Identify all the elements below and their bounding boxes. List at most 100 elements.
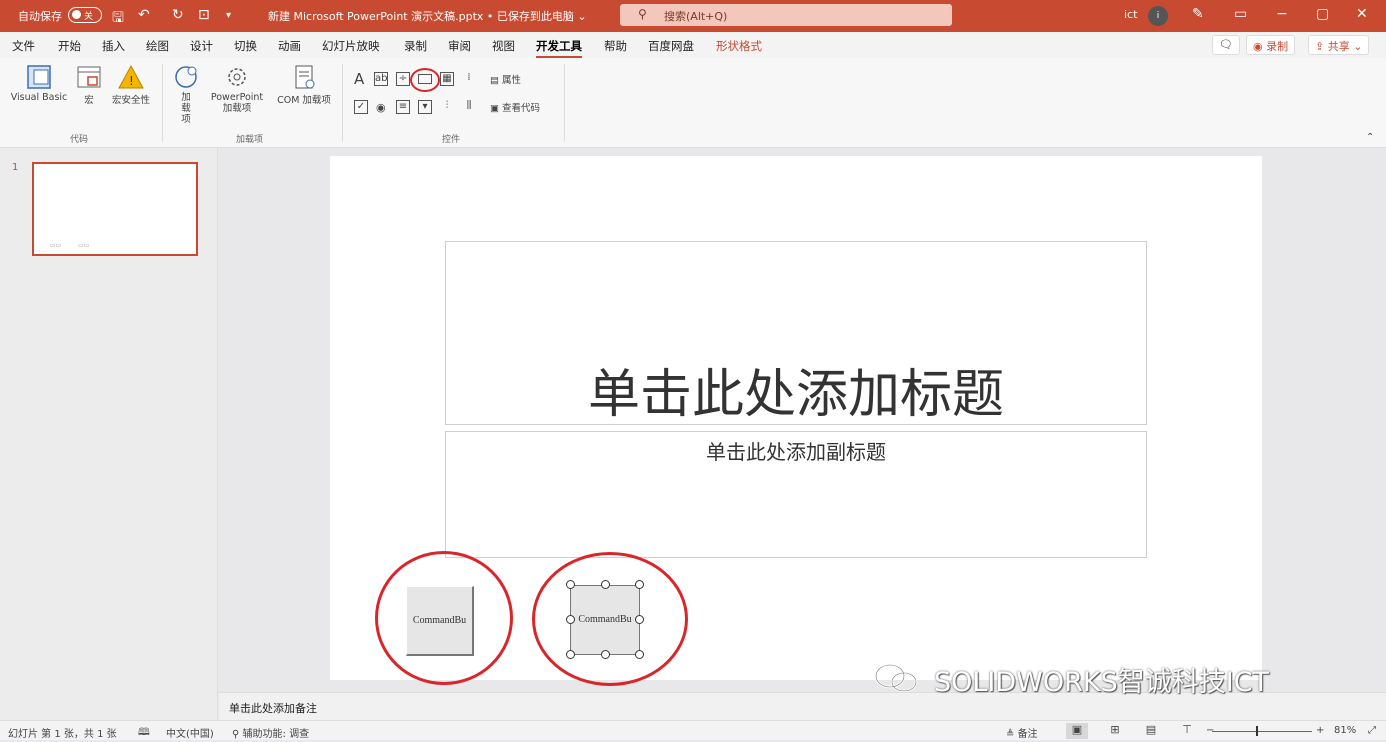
tab-developer[interactable]: 开发工具 (536, 38, 582, 58)
powerpoint-addins-button[interactable]: PowerPoint 加载项 (206, 62, 268, 114)
group-label-code: 代码 (70, 135, 89, 145)
accessibility-indicator[interactable]: ⚲ 辅助功能: 调查 (232, 725, 309, 740)
tab-slideshow[interactable]: 幻灯片放映 (322, 38, 380, 54)
tab-design[interactable]: 设计 (190, 38, 213, 54)
tab-home[interactable]: 开始 (58, 38, 81, 54)
zoom-level[interactable]: 81% (1334, 725, 1356, 736)
user-name: ict (1124, 8, 1138, 21)
fit-to-window-icon[interactable]: ⤢ (1368, 725, 1376, 736)
accessibility-icon: ⚲ (232, 729, 243, 740)
subtitle-placeholder[interactable]: 单击此处添加副标题 (445, 431, 1147, 558)
ribbon-tabs: 文件 开始 插入 绘图 设计 切换 动画 幻灯片放映 录制 审阅 视图 开发工具… (0, 32, 1386, 58)
tab-file[interactable]: 文件 (12, 38, 35, 54)
addins-button[interactable]: 加载项 (170, 62, 202, 125)
tab-view[interactable]: 视图 (492, 38, 515, 54)
language-indicator[interactable]: 中文(中国) (166, 725, 214, 740)
scrollbar-control-icon[interactable]: ⁞ (462, 72, 476, 86)
reading-view-icon[interactable]: ▤ (1140, 723, 1162, 739)
textbox-control-icon[interactable]: ab (374, 72, 388, 86)
minimize-button[interactable]: − (1276, 6, 1288, 22)
ribbon-divider (162, 64, 163, 142)
group-label-addins: 加载项 (236, 135, 264, 145)
normal-view-icon[interactable]: ▣ (1066, 723, 1088, 739)
search-box[interactable]: ⚲ 搜索(Alt+Q) (620, 4, 952, 26)
autosave-toggle[interactable]: 关 (68, 7, 102, 23)
document-title[interactable]: 新建 Microsoft PowerPoint 演示文稿.pptx • 已保存到… (268, 8, 587, 24)
wechat-icon (874, 663, 918, 693)
restore-button[interactable]: ▢ (1316, 6, 1329, 22)
more-controls-icon[interactable]: ⫼ (462, 100, 476, 114)
highlight-ring-button-1 (375, 551, 513, 685)
option-button-control-icon[interactable]: ◉ (376, 101, 386, 114)
gear-icon (228, 68, 246, 86)
start-slideshow-icon[interactable]: ⊡ (198, 7, 210, 23)
search-icon: ⚲ (638, 7, 647, 21)
com-addins-button[interactable]: COM 加载项 (272, 62, 336, 106)
tab-transitions[interactable]: 切换 (234, 38, 257, 54)
record-button[interactable]: ◉ 录制 (1246, 35, 1296, 55)
toggle-button-control-icon[interactable]: ⫶ (440, 100, 454, 114)
ribbon-divider (342, 64, 343, 142)
tab-baidu-netdisk[interactable]: 百度网盘 (648, 38, 694, 54)
label-control-icon[interactable]: A (354, 70, 364, 88)
comments-button[interactable]: 🗨 (1212, 35, 1240, 55)
visual-basic-icon (27, 65, 51, 89)
tab-shape-format[interactable]: 形状格式 (716, 38, 762, 54)
autosave-label: 自动保存 (18, 10, 62, 23)
redo-icon[interactable]: ↻ (172, 7, 184, 23)
record-icon: ◉ (1253, 40, 1267, 53)
image-control-icon[interactable]: ▦ (440, 72, 454, 86)
macros-icon (77, 66, 101, 88)
com-addins-icon (295, 65, 315, 89)
slideshow-view-icon[interactable]: ⊤ (1176, 723, 1198, 739)
zoom-slider[interactable] (1212, 731, 1312, 732)
save-icon[interactable]: 🖫 (112, 7, 124, 31)
highlight-ring-button-2 (532, 552, 688, 686)
properties-button[interactable]: ▤ 属性 (490, 72, 521, 86)
view-code-button[interactable]: ▣ 查看代码 (490, 100, 540, 114)
ribbon-display-icon[interactable]: ▭ (1234, 6, 1247, 22)
tab-help[interactable]: 帮助 (604, 38, 627, 54)
visual-basic-button[interactable]: Visual Basic (8, 62, 70, 103)
macro-security-button[interactable]: ! 宏安全性 (108, 62, 154, 106)
slide-number: 1 (12, 162, 19, 173)
zoom-slider-thumb[interactable] (1256, 726, 1258, 736)
slide-thumbnail[interactable]: ▭▭ ▭▭ (32, 162, 198, 256)
undo-icon[interactable]: ↶ (138, 7, 150, 23)
collapse-ribbon-icon[interactable]: ⌃ (1366, 132, 1374, 143)
combobox-control-icon[interactable]: ▾ (418, 100, 432, 114)
group-label-controls: 控件 (442, 135, 461, 145)
comment-icon: 🗨 (1219, 38, 1233, 51)
close-button[interactable]: ✕ (1356, 6, 1368, 22)
tab-animations[interactable]: 动画 (278, 38, 301, 54)
slide-count: 幻灯片 第 1 张，共 1 张 (8, 729, 117, 740)
warning-icon: ! (118, 64, 144, 89)
zoom-in-icon[interactable]: + (1316, 725, 1324, 736)
title-placeholder[interactable]: 单击此处添加标题 (445, 241, 1147, 425)
tab-draw[interactable]: 绘图 (146, 38, 169, 54)
spin-control-icon[interactable]: ÷ (396, 72, 410, 86)
title-bar: 自动保存 关 🖫 ↶ ↻ ⊡ ▾ 新建 Microsoft PowerPoint… (0, 0, 1386, 32)
spellcheck-icon[interactable]: 🕮 (138, 725, 150, 742)
checkbox-control-icon[interactable]: ✓ (354, 100, 368, 114)
highlight-ring-command-button (410, 68, 440, 92)
share-icon: ⇪ (1315, 40, 1328, 53)
listbox-control-icon[interactable]: ≡ (396, 100, 410, 114)
watermark-text: SOLIDWORKS智诚科技ICT (934, 667, 1270, 698)
properties-icon: ▤ (490, 75, 502, 86)
notes-toggle[interactable]: ≜ 备注 (1006, 725, 1038, 740)
share-button[interactable]: ⇪ 共享 ⌄ (1308, 35, 1370, 55)
svg-text:!: ! (129, 74, 134, 88)
avatar[interactable]: i (1148, 6, 1168, 26)
notes-icon: ≜ (1006, 729, 1018, 740)
pen-icon[interactable]: ✎ (1192, 6, 1204, 22)
customize-quick-access-icon[interactable]: ▾ (226, 10, 231, 21)
slide-sorter-icon[interactable]: ⊞ (1104, 723, 1126, 739)
tab-insert[interactable]: 插入 (102, 38, 125, 54)
tab-record[interactable]: 录制 (404, 38, 427, 54)
ribbon-developer: Visual Basic 宏 ! 宏安全性 代码 加载项 PowerPoint … (0, 58, 1386, 148)
macros-button[interactable]: 宏 (74, 62, 104, 106)
view-code-icon: ▣ (490, 103, 502, 114)
tab-review[interactable]: 审阅 (448, 38, 471, 54)
slide-thumbnails-pane: 1 ▭▭ ▭▭ (0, 148, 218, 720)
